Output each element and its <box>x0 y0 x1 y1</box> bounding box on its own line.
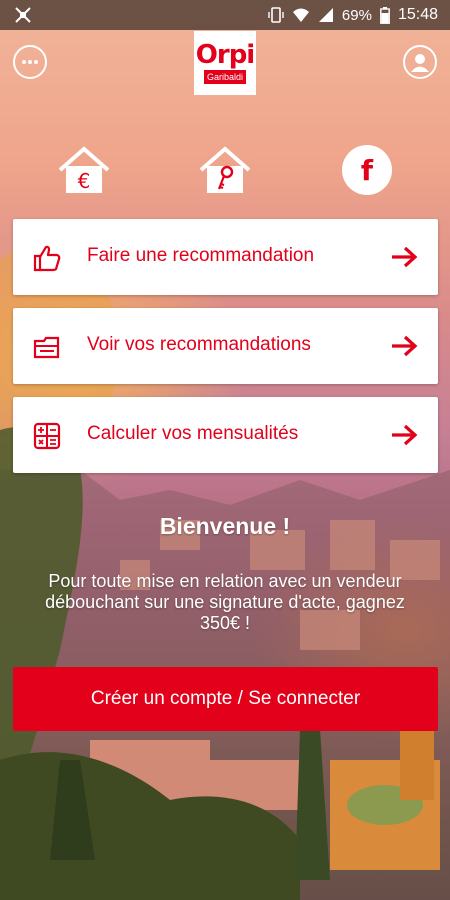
welcome-text: Pour toute mise en relation avec un vend… <box>45 571 405 633</box>
recommend-label: Faire une recommandation <box>87 245 315 266</box>
app-screen: 69% 15:48 Orpi Garibaldi € f Faire une r… <box>0 0 450 900</box>
logo-word: Orpi <box>195 40 255 70</box>
arrow-right-icon <box>392 335 418 357</box>
facebook-icon: f <box>360 153 374 187</box>
estimate-house-button[interactable]: € <box>56 146 112 194</box>
profile-button[interactable] <box>403 45 437 79</box>
euro-symbol: € <box>78 169 91 193</box>
view-recommendations-button[interactable]: Voir vos recommandations <box>13 308 438 384</box>
wifi-icon <box>292 7 310 23</box>
clock: 15:48 <box>397 6 438 23</box>
facebook-button[interactable]: f <box>342 145 392 195</box>
signal-icon <box>318 7 334 23</box>
status-bar: 69% 15:48 <box>0 0 450 30</box>
vibrate-icon <box>268 7 284 23</box>
more-icon <box>22 60 38 64</box>
create-account-button[interactable]: Créer un compte / Se connecter <box>13 667 438 731</box>
battery-icon <box>380 6 390 24</box>
more-options-button[interactable] <box>13 45 47 79</box>
folder-icon <box>33 336 60 359</box>
user-icon <box>411 54 429 72</box>
view-recommendations-label: Voir vos recommandations <box>87 334 311 355</box>
logo-subtitle: Garibaldi <box>203 70 247 84</box>
welcome-title: Bienvenue ! <box>159 513 291 539</box>
keys-house-button[interactable] <box>197 146 253 194</box>
thumbs-up-icon <box>33 245 61 272</box>
orpi-logo: Orpi Garibaldi <box>194 31 256 95</box>
house-key-icon <box>199 146 251 193</box>
calculator-icon <box>33 422 61 450</box>
recommend-button[interactable]: Faire une recommandation <box>13 219 438 295</box>
arrow-right-icon <box>392 424 418 446</box>
arrow-right-icon <box>392 246 418 268</box>
create-account-label: Créer un compte / Se connecter <box>90 688 361 709</box>
notification-icon <box>14 6 32 29</box>
battery-percent: 69% <box>341 6 372 24</box>
calculate-payments-label: Calculer vos mensualités <box>87 423 299 444</box>
calculate-payments-button[interactable]: Calculer vos mensualités <box>13 397 438 473</box>
house-euro-icon: € <box>58 146 110 193</box>
